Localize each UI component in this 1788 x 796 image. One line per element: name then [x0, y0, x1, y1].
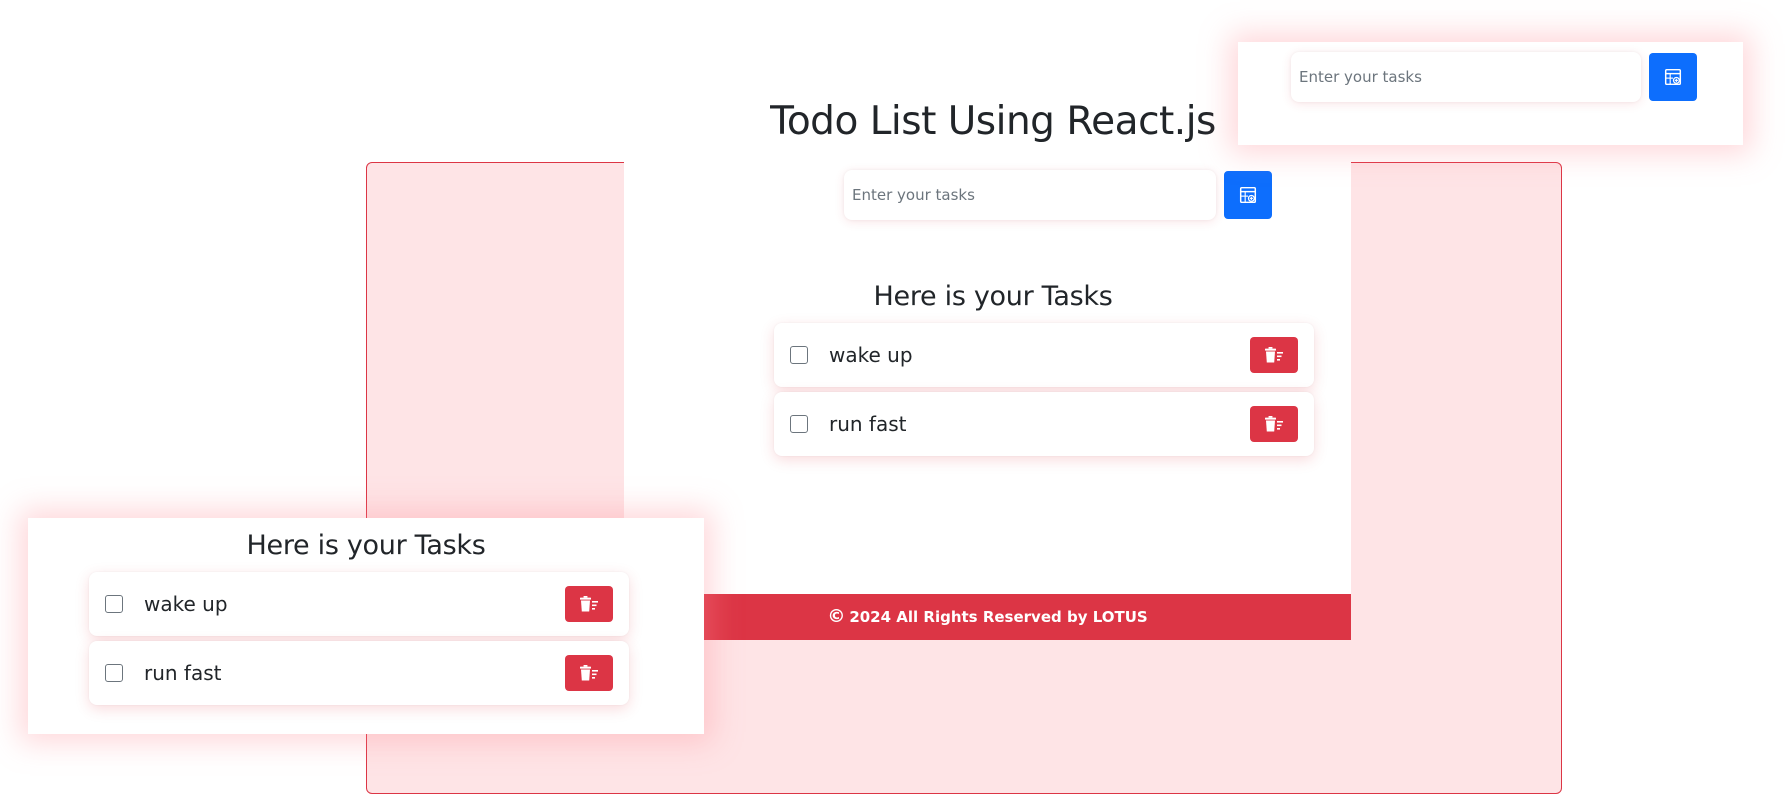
task-label: run fast [829, 412, 907, 436]
delete-task-button[interactable] [565, 655, 613, 691]
add-task-form [1291, 52, 1697, 102]
input-preview-popup [1238, 42, 1743, 145]
calendar-add-icon [1664, 68, 1682, 86]
trash-icon [1265, 347, 1283, 363]
task-label: run fast [144, 661, 222, 685]
copyright-icon: © [827, 606, 846, 627]
delete-task-button[interactable] [1250, 406, 1298, 442]
task-item: wake up [774, 323, 1314, 387]
tasks-heading: Here is your Tasks [246, 530, 486, 561]
task-label: wake up [829, 343, 913, 367]
delete-task-button[interactable] [1250, 337, 1298, 373]
task-checkbox[interactable] [105, 664, 123, 682]
task-label: wake up [144, 592, 228, 616]
tasks-heading: Here is your Tasks [873, 281, 1113, 312]
footer-text: 2024 All Rights Reserved by LOTUS [849, 608, 1148, 626]
tasks-preview-popup: Here is your Tasks wake up run fast [28, 518, 704, 734]
task-item: run fast [89, 641, 629, 705]
task-checkbox[interactable] [790, 346, 808, 364]
task-item: wake up [89, 572, 629, 636]
add-task-button[interactable] [1224, 171, 1272, 219]
trash-icon [580, 596, 598, 612]
task-item: run fast [774, 392, 1314, 456]
trash-icon [1265, 416, 1283, 432]
task-checkbox[interactable] [790, 415, 808, 433]
calendar-add-icon [1239, 186, 1257, 204]
add-task-button[interactable] [1649, 53, 1697, 101]
task-checkbox[interactable] [105, 595, 123, 613]
footer: © 2024 All Rights Reserved by LOTUS [624, 594, 1351, 640]
task-input[interactable] [1291, 52, 1641, 102]
delete-task-button[interactable] [565, 586, 613, 622]
add-task-form [844, 170, 1272, 220]
task-input[interactable] [844, 170, 1216, 220]
trash-icon [580, 665, 598, 681]
